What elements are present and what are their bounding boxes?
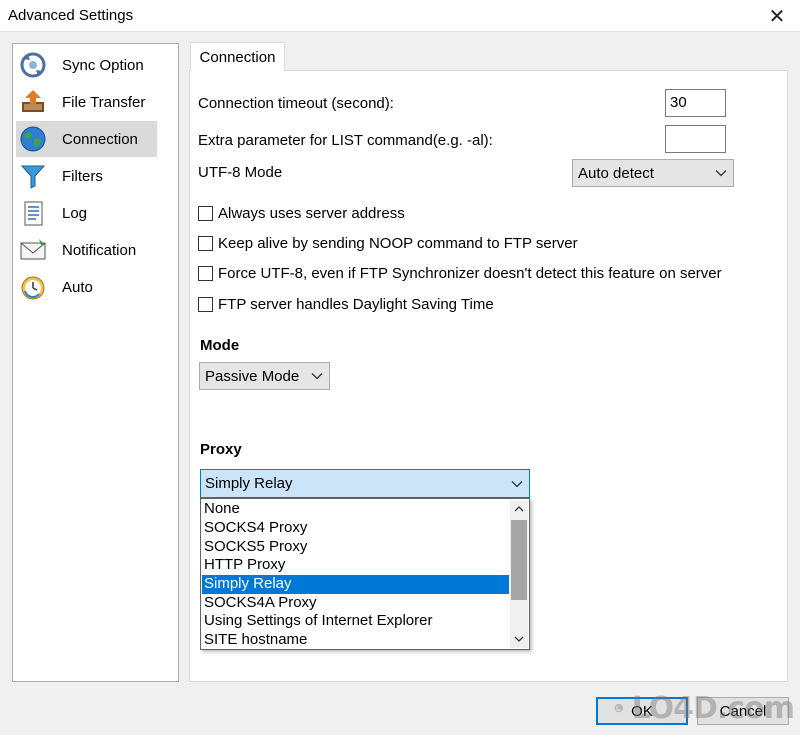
- proxy-dropdown-list[interactable]: None SOCKS4 Proxy SOCKS5 Proxy HTTP Prox…: [200, 498, 530, 650]
- proxy-value: Simply Relay: [205, 475, 293, 492]
- watermark-logo-icon: [614, 703, 624, 713]
- checkbox-label: Always uses server address: [218, 205, 405, 222]
- proxy-select[interactable]: Simply Relay: [200, 469, 530, 498]
- category-list[interactable]: Sync Option File Transfer Connection Fil…: [12, 43, 179, 682]
- checkbox-box[interactable]: [198, 266, 213, 281]
- file-transfer-icon: [18, 87, 48, 117]
- nav-item-sync-option[interactable]: Sync Option: [16, 47, 157, 83]
- title-bar: Advanced Settings ✕: [0, 0, 800, 32]
- log-icon: [18, 198, 48, 228]
- extra-param-input[interactable]: [665, 125, 726, 153]
- nav-item-filters[interactable]: Filters: [16, 158, 157, 194]
- proxy-option[interactable]: SITE hostname: [202, 631, 509, 650]
- scrollbar-thumb[interactable]: [511, 520, 527, 600]
- utf8-mode-select[interactable]: Auto detect: [572, 159, 734, 187]
- chevron-down-icon: [511, 475, 523, 492]
- proxy-option[interactable]: SOCKS5 Proxy: [202, 538, 509, 557]
- nav-item-label: Filters: [62, 167, 103, 185]
- nav-item-label: Connection: [62, 130, 138, 148]
- proxy-option[interactable]: SOCKS4A Proxy: [202, 594, 509, 613]
- nav-item-file-transfer[interactable]: File Transfer: [16, 84, 157, 120]
- proxy-option[interactable]: None: [202, 500, 509, 519]
- sync-icon: [18, 50, 48, 80]
- proxy-option[interactable]: Using Settings of Internet Explorer: [202, 612, 509, 631]
- proxy-heading: Proxy: [200, 441, 242, 458]
- extra-param-label: Extra parameter for LIST command(e.g. -a…: [198, 132, 493, 149]
- chevron-down-icon: [715, 165, 727, 182]
- checkbox-box[interactable]: [198, 236, 213, 251]
- mode-select[interactable]: Passive Mode: [199, 362, 330, 390]
- proxy-option-selected[interactable]: Simply Relay: [202, 575, 509, 594]
- always-server-address-checkbox[interactable]: Always uses server address: [198, 205, 405, 222]
- utf8-mode-label: UTF-8 Mode: [198, 164, 283, 181]
- nav-item-auto[interactable]: Auto: [16, 269, 157, 305]
- checkbox-box[interactable]: [198, 206, 213, 221]
- watermark: LO4D.com: [614, 686, 795, 730]
- proxy-option[interactable]: HTTP Proxy: [202, 556, 509, 575]
- force-utf8-checkbox[interactable]: Force UTF-8, even if FTP Synchronizer do…: [198, 265, 722, 282]
- funnel-icon: [18, 161, 48, 191]
- nav-item-log[interactable]: Log: [16, 195, 157, 231]
- envelope-icon: [18, 235, 48, 265]
- dropdown-scrollbar[interactable]: [510, 500, 528, 648]
- close-icon: ✕: [768, 5, 786, 28]
- checkbox-label: Force UTF-8, even if FTP Synchronizer do…: [218, 265, 722, 282]
- nav-item-label: Log: [62, 204, 88, 222]
- chevron-down-icon: [311, 368, 323, 385]
- clock-icon: [18, 272, 48, 302]
- scroll-up-icon[interactable]: [510, 500, 528, 518]
- nav-item-label: Sync Option: [62, 56, 144, 74]
- utf8-mode-value: Auto detect: [578, 164, 654, 182]
- daylight-saving-checkbox[interactable]: FTP server handles Daylight Saving Time: [198, 296, 494, 313]
- globe-icon: [18, 124, 48, 154]
- timeout-input[interactable]: 30: [665, 89, 726, 117]
- window-title: Advanced Settings: [8, 7, 134, 24]
- tab-connection[interactable]: Connection: [190, 42, 285, 71]
- nav-item-label: Notification: [62, 241, 137, 259]
- watermark-text: LO4D.com: [631, 690, 795, 726]
- scroll-down-icon[interactable]: [510, 630, 528, 648]
- proxy-option[interactable]: SOCKS4 Proxy: [202, 519, 509, 538]
- nav-item-notification[interactable]: Notification: [16, 232, 157, 268]
- close-button[interactable]: ✕: [754, 0, 800, 32]
- nav-item-label: File Transfer: [62, 93, 146, 111]
- nav-item-label: Auto: [62, 278, 93, 296]
- checkbox-label: FTP server handles Daylight Saving Time: [218, 296, 494, 313]
- checkbox-label: Keep alive by sending NOOP command to FT…: [218, 235, 578, 252]
- checkbox-box[interactable]: [198, 297, 213, 312]
- timeout-label: Connection timeout (second):: [198, 95, 394, 112]
- nav-item-connection[interactable]: Connection: [16, 121, 157, 157]
- mode-value: Passive Mode: [205, 367, 300, 385]
- keep-alive-checkbox[interactable]: Keep alive by sending NOOP command to FT…: [198, 235, 578, 252]
- mode-heading: Mode: [200, 337, 240, 354]
